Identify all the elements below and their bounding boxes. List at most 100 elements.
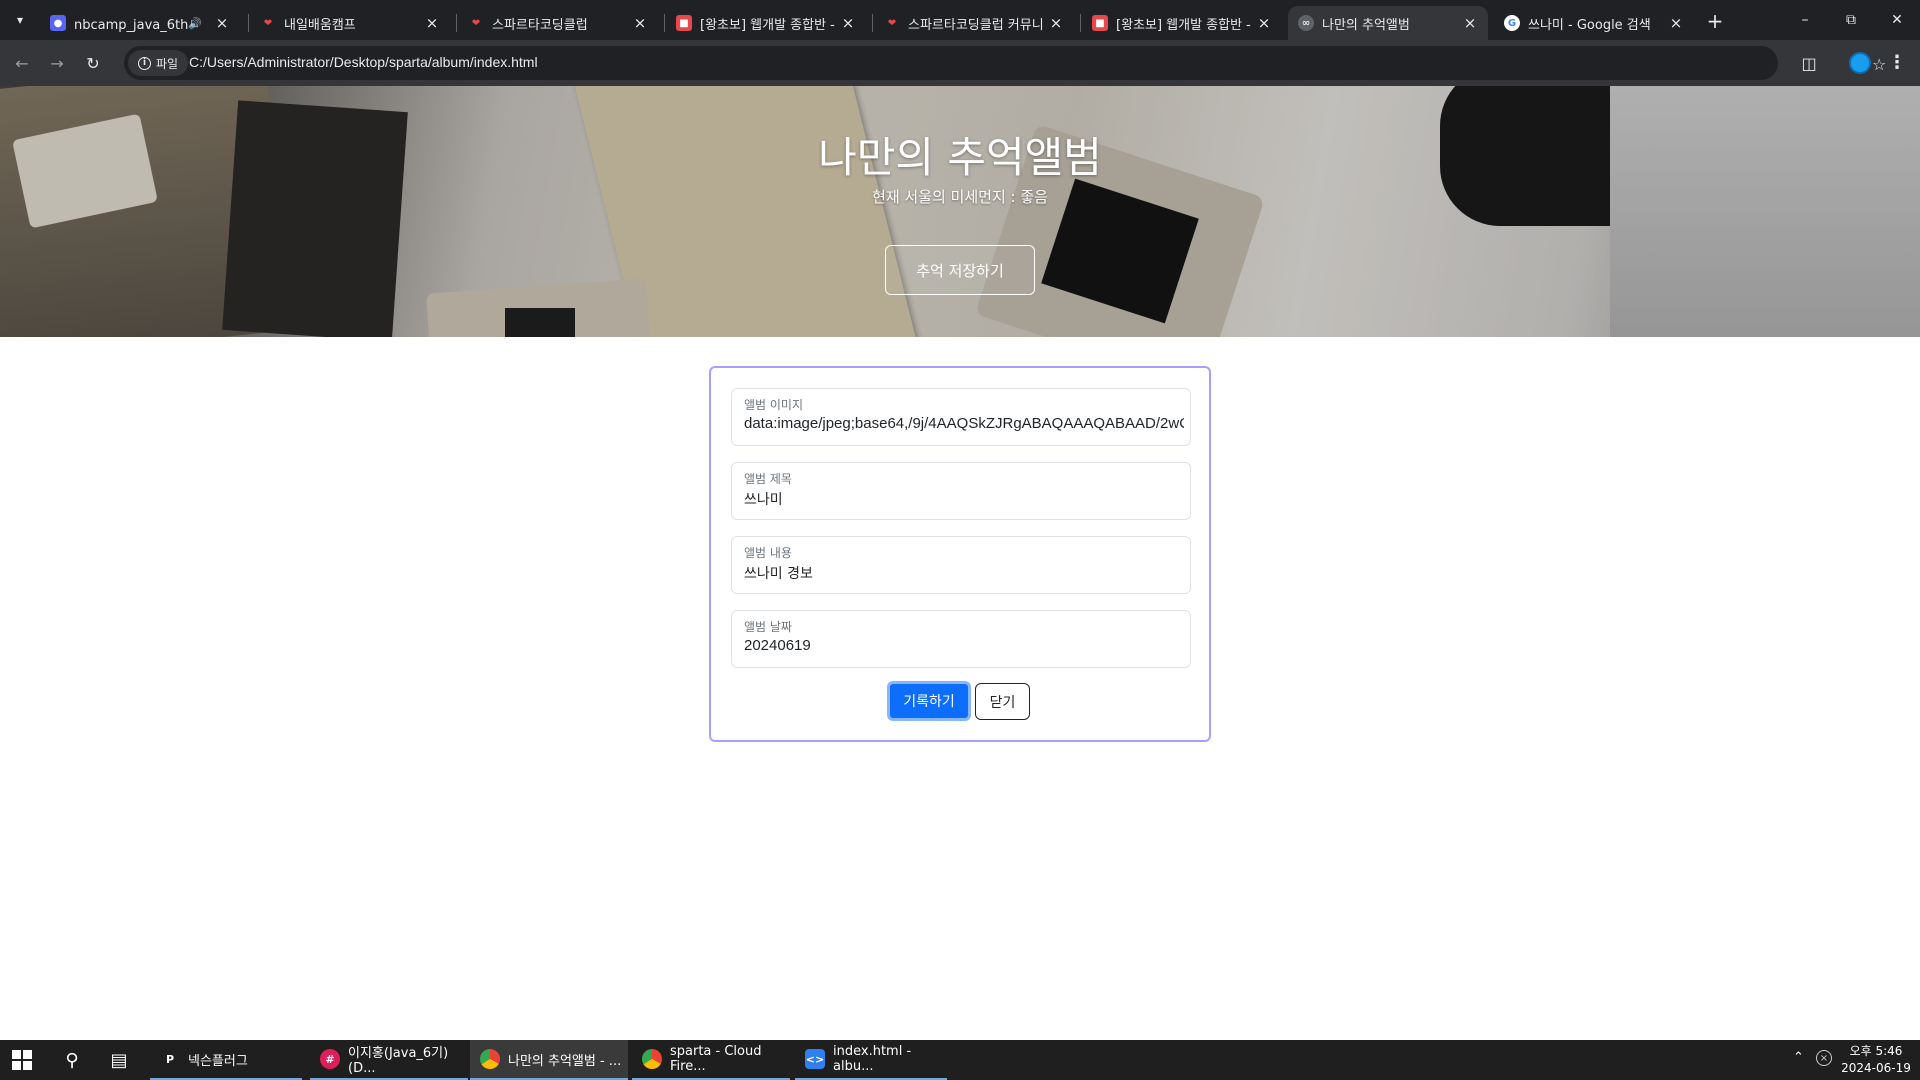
more-menu-icon[interactable]: ⋮ (1888, 52, 1906, 73)
vscode-icon: <> (805, 1049, 825, 1069)
discord-icon: ● (50, 15, 66, 31)
close-icon[interactable]: × (840, 14, 856, 32)
restore-icon[interactable]: ⧉ (1828, 0, 1874, 40)
taskbar-app-label: 넥슨플러그 (188, 1053, 248, 1069)
nexon-plug-icon: P (165, 1052, 175, 1066)
close-button[interactable]: 닫기 (975, 683, 1030, 720)
field-value[interactable]: 쓰나미 경보 (744, 563, 1184, 583)
tab-separator (248, 14, 249, 32)
tab-separator (664, 14, 665, 32)
heart-logo-icon: ❤ (471, 17, 481, 29)
tab-google-search[interactable]: G 쓰나미 - Google 검색 × (1494, 6, 1694, 40)
tab-title: nbcamp_java_6th | 쉽 (74, 17, 189, 33)
tab-title: 스파르타코딩클럽 (492, 17, 588, 33)
page-title: 나만의 추억앨범 (818, 133, 1102, 182)
field-value[interactable]: 쓰나미 (744, 489, 1184, 509)
clock-date: 2024-06-19 (1841, 1061, 1911, 1075)
field-value[interactable]: 20240619 (744, 637, 1184, 654)
window-close-icon[interactable]: ✕ (1874, 0, 1920, 40)
album-title-field[interactable]: 앨범 제목 쓰나미 (731, 462, 1191, 520)
close-icon[interactable]: × (632, 14, 648, 32)
close-icon[interactable]: × (1256, 14, 1272, 32)
chip-label: 파일 (156, 56, 179, 71)
browser-toolbar: ← → ↻ i 파일 C:/Users/Administrator/Deskto… (0, 40, 1920, 86)
taskbar-app-label: index.html - albu... (833, 1044, 912, 1074)
tab-title: [왕초보] 웹개발 종합반 - (700, 17, 835, 33)
minimize-icon[interactable]: – (1782, 0, 1828, 40)
profile-avatar[interactable] (1849, 52, 1871, 74)
site-info-chip[interactable]: i 파일 (128, 50, 189, 76)
field-label: 앨범 날짜 (744, 620, 792, 634)
close-icon[interactable]: × (424, 14, 440, 32)
info-icon: i (138, 56, 151, 70)
chrome-icon (642, 1049, 662, 1069)
tab-title: 나만의 추억앨범 (1322, 17, 1410, 33)
url-text[interactable]: C:/Users/Administrator/Desktop/sparta/al… (189, 54, 538, 70)
globe-icon: ∞ (1298, 15, 1314, 31)
field-label: 앨범 내용 (744, 546, 792, 560)
tab-title: 내일배움캠프 (284, 17, 356, 33)
tab-nbc-camp[interactable]: ❤ 내일배움캠프 × (250, 6, 450, 40)
extensions-puzzle-icon[interactable]: ◫ (1798, 52, 1820, 74)
field-label: 앨범 제목 (744, 472, 792, 486)
tab-memory-album[interactable]: ∞ 나만의 추억앨범 × (1288, 6, 1488, 40)
tab-title: 쓰나미 - Google 검색 (1528, 17, 1651, 33)
heart-logo-icon: ❤ (263, 17, 273, 29)
taskbar-app-slack[interactable]: # 이지홍(Java_6기)(D... (310, 1040, 468, 1080)
close-icon[interactable]: × (214, 14, 230, 32)
reload-icon[interactable]: ↻ (81, 51, 105, 75)
taskbar-app-chrome-album[interactable]: 나만의 추억앨범 - ... (470, 1040, 628, 1080)
album-image-field[interactable]: 앨범 이미지 data:image/jpeg;base64,/9j/4AAQSk… (731, 388, 1191, 446)
tray-status-icon[interactable]: × (1816, 1050, 1832, 1066)
tab-search-chevron-icon[interactable]: ▾ (6, 8, 34, 32)
tray-chevron-up-icon[interactable]: ⌃ (1793, 1050, 1804, 1065)
new-tab-plus-icon[interactable]: + (1702, 8, 1728, 34)
taskbar-app-nexon-plug[interactable]: P 넥슨플러그 (150, 1040, 302, 1080)
field-label: 앨범 이미지 (744, 398, 804, 412)
album-content-field[interactable]: 앨범 내용 쓰나미 경보 (731, 536, 1191, 594)
speaker-icon[interactable]: 🔊 (188, 17, 202, 30)
tab-webdev-course-1[interactable]: ■ [왕초보] 웹개발 종합반 - × (666, 6, 866, 40)
chrome-icon (480, 1049, 500, 1069)
doc-icon: ■ (1092, 15, 1108, 31)
clock-time: 오후 5:46 (1849, 1044, 1903, 1058)
forward-arrow-icon[interactable]: → (45, 51, 69, 75)
bookmark-star-icon[interactable]: ☆ (1872, 55, 1886, 74)
taskbar: ⚲ ▤ P 넥슨플러그 # 이지홍(Java_6기)(D... 나만의 추억앨범… (0, 1040, 1920, 1080)
tab-separator (456, 14, 457, 32)
taskbar-clock[interactable]: 오후 5:46 2024-06-19 (1836, 1043, 1916, 1077)
taskbar-app-vscode[interactable]: <> index.html - albu... (795, 1040, 947, 1080)
tab-webdev-course-2[interactable]: ■ [왕초보] 웹개발 종합반 - × (1082, 6, 1282, 40)
record-button[interactable]: 기록하기 (887, 681, 971, 721)
address-bar[interactable]: i 파일 C:/Users/Administrator/Desktop/spar… (124, 46, 1886, 80)
tab-title: 스파르타코딩클럽 커뮤니 (908, 17, 1044, 33)
close-icon[interactable]: × (1048, 14, 1064, 32)
windows-start-icon[interactable] (12, 1050, 32, 1070)
dust-status-text: 현재 서울의 미세먼지 : 좋음 (872, 188, 1048, 206)
tab-sparta-community[interactable]: ❤ 스파르타코딩클럽 커뮤니 × (874, 6, 1074, 40)
doc-icon: ■ (676, 15, 692, 31)
tab-separator (1080, 14, 1081, 32)
slack-icon: # (320, 1049, 340, 1069)
taskbar-app-label: sparta - Cloud Fire... (670, 1044, 762, 1074)
taskbar-app-chrome-firebase[interactable]: sparta - Cloud Fire... (632, 1040, 790, 1080)
tab-bar: ▾ ● nbcamp_java_6th | 쉽 🔊 × ❤ 내일배움캠프 × ❤… (0, 0, 1920, 40)
save-memory-button[interactable]: 추억 저장하기 (885, 245, 1035, 295)
close-icon[interactable]: × (1462, 14, 1478, 32)
hero-banner: 나만의 추억앨범 현재 서울의 미세먼지 : 좋음 추억 저장하기 (0, 86, 1920, 337)
back-arrow-icon[interactable]: ← (10, 51, 34, 75)
tab-sparta-coding[interactable]: ❤ 스파르타코딩클럽 × (458, 6, 658, 40)
close-icon[interactable]: × (1668, 14, 1684, 32)
tab-nbcamp[interactable]: ● nbcamp_java_6th | 쉽 🔊 × (40, 6, 240, 40)
search-icon[interactable]: ⚲ (60, 1048, 84, 1072)
tab-separator (872, 14, 873, 32)
taskbar-app-label: 나만의 추억앨범 - ... (508, 1053, 622, 1069)
taskbar-app-label: 이지홍(Java_6기)(D... (348, 1046, 449, 1076)
album-date-field[interactable]: 앨범 날짜 20240619 (731, 610, 1191, 668)
task-view-icon[interactable]: ▤ (107, 1048, 131, 1072)
field-value[interactable]: data:image/jpeg;base64,/9j/4AAQSkZJRgABA… (744, 415, 1184, 432)
tab-title: [왕초보] 웹개발 종합반 - (1116, 17, 1251, 33)
album-form: 앨범 이미지 data:image/jpeg;base64,/9j/4AAQSk… (709, 366, 1211, 742)
heart-logo-icon: ❤ (887, 17, 897, 29)
google-icon: G (1504, 15, 1520, 31)
